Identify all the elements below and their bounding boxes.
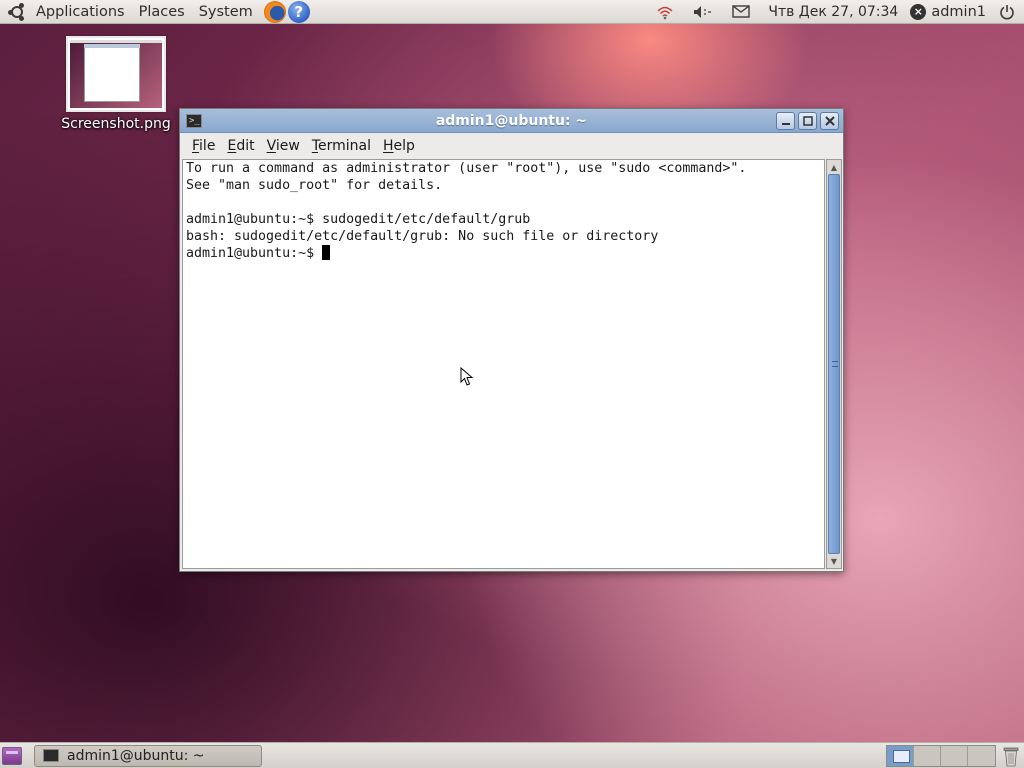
window-controls [776, 112, 839, 130]
image-thumbnail-icon [66, 36, 166, 112]
trash-icon[interactable] [1002, 745, 1020, 767]
terminal-menubar: File Edit View Terminal Help [180, 133, 843, 159]
terminal-task-icon [43, 749, 59, 762]
menu-file[interactable]: File [186, 138, 221, 154]
maximize-button[interactable] [798, 112, 817, 130]
power-icon[interactable] [996, 0, 1018, 24]
ubuntu-logo-icon[interactable] [8, 2, 26, 21]
minimize-button[interactable] [776, 112, 795, 130]
workspace-3[interactable] [941, 745, 968, 766]
taskbar-label: admin1@ubuntu: ~ [67, 747, 205, 764]
scroll-up-arrow-icon[interactable]: ▲ [828, 161, 840, 173]
terminal-line: To run a command as administrator (user … [186, 161, 747, 176]
workspace-1[interactable] [887, 745, 914, 766]
menu-terminal[interactable]: Terminal [306, 138, 377, 154]
firefox-icon[interactable] [263, 0, 286, 23]
menu-system[interactable]: System [192, 0, 260, 24]
terminal-line: bash: sudogedit/etc/default/grub: No suc… [186, 229, 659, 244]
menu-help[interactable]: Help [377, 138, 421, 154]
menu-edit[interactable]: Edit [221, 138, 260, 154]
user-menu[interactable]: admin1 [931, 4, 996, 20]
workspace-4[interactable] [968, 745, 995, 766]
workspace-switcher [886, 744, 996, 767]
text-cursor [322, 245, 331, 260]
terminal-window: >_ admin1@ubuntu: ~ File Edit View Termi… [179, 108, 844, 572]
prompt-text: admin1@ubuntu:~$ [186, 246, 323, 261]
mail-icon[interactable] [729, 0, 753, 24]
window-title: admin1@ubuntu: ~ [435, 113, 588, 129]
workspace-2[interactable] [914, 745, 941, 766]
menu-view[interactable]: View [261, 138, 306, 154]
vertical-scrollbar[interactable]: ▲ ▼ [826, 159, 842, 569]
scrollbar-thumb[interactable] [828, 174, 840, 554]
close-button[interactable] [820, 112, 839, 130]
user-status-icon[interactable]: × [910, 3, 927, 20]
menu-places[interactable]: Places [132, 0, 192, 24]
desktop-file-label: Screenshot.png [61, 116, 171, 132]
menu-applications[interactable]: Applications [29, 0, 132, 24]
scroll-down-arrow-icon[interactable]: ▼ [828, 555, 840, 567]
help-icon[interactable]: ? [287, 0, 310, 23]
taskbar-terminal-button[interactable]: admin1@ubuntu: ~ [34, 744, 262, 767]
top-panel: Applications Places System ? Чтв Дек 27,… [0, 0, 1024, 24]
mouse-pointer-icon [460, 367, 474, 386]
terminal-line: admin1@ubuntu:~$ sudogedit/etc/default/g… [186, 212, 531, 227]
network-icon[interactable] [653, 0, 677, 24]
clock[interactable]: Чтв Дек 27, 07:34 [760, 4, 906, 20]
volume-icon[interactable] [691, 0, 715, 24]
terminal-prompt-line[interactable]: admin1@ubuntu:~$ [186, 245, 821, 262]
show-desktop-icon[interactable] [2, 746, 22, 765]
terminal-line: See "man sudo_root" for details. [186, 178, 443, 193]
window-titlebar[interactable]: >_ admin1@ubuntu: ~ [180, 109, 843, 133]
terminal-output[interactable]: To run a command as administrator (user … [182, 159, 825, 569]
system-tray: Чтв Дек 27, 07:34 × admin1 [646, 0, 1024, 24]
desktop-file-screenshot[interactable]: Screenshot.png [60, 36, 172, 132]
bottom-panel: admin1@ubuntu: ~ [0, 742, 1024, 768]
